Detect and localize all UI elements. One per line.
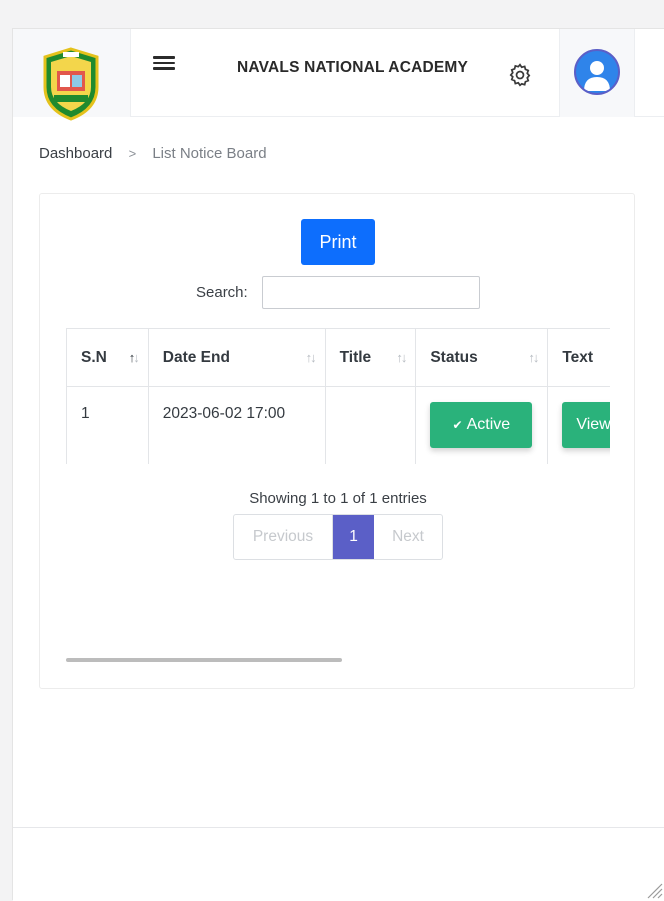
menu-toggle-hamburger-icon[interactable] <box>153 53 175 73</box>
notice-board-card: Print Search: S.N ↑↓ Date End ↑↓ Title ↑… <box>39 193 635 689</box>
resize-grip-icon[interactable] <box>643 879 663 899</box>
cell-title <box>324 386 417 464</box>
pagination-next-button[interactable]: Next <box>374 515 442 559</box>
breadcrumb: Dashboard > List Notice Board <box>39 145 267 162</box>
user-menu[interactable] <box>559 29 635 117</box>
horizontal-scrollbar[interactable] <box>66 658 342 662</box>
breadcrumb-dashboard-link[interactable]: Dashboard <box>39 145 112 162</box>
table-row: 1 2023-06-02 17:00 ✔ Active View <box>66 386 610 464</box>
user-silhouette-icon <box>584 61 610 91</box>
column-header-sn[interactable]: S.N ↑↓ <box>66 328 149 387</box>
table-header-row: S.N ↑↓ Date End ↑↓ Title ↑↓ Status ↑↓ Te… <box>66 328 610 387</box>
pagination: Previous 1 Next <box>233 514 443 560</box>
table-scroll-container[interactable]: S.N ↑↓ Date End ↑↓ Title ↑↓ Status ↑↓ Te… <box>66 328 610 464</box>
sort-icon: ↑↓ <box>396 350 407 365</box>
cell-status: ✔ Active <box>415 386 549 464</box>
logo-container[interactable] <box>13 29 131 121</box>
column-header-status[interactable]: Status ↑↓ <box>415 328 549 387</box>
top-navbar: NAVALS NATIONAL ACADEMY <box>13 29 664 121</box>
cell-date-end: 2023-06-02 17:00 <box>147 386 326 464</box>
page-footer <box>13 827 664 901</box>
school-name: NAVALS NATIONAL ACADEMY <box>237 59 469 76</box>
sort-icon: ↑↓ <box>305 350 317 365</box>
table-info-text: Showing 1 to 1 of 1 entries <box>249 490 427 507</box>
sort-asc-icon: ↑↓ <box>128 350 140 365</box>
column-header-title[interactable]: Title ↑↓ <box>324 328 417 387</box>
print-button[interactable]: Print <box>301 219 375 265</box>
view-text-button[interactable]: View <box>562 402 610 448</box>
breadcrumb-separator: > <box>128 146 137 161</box>
search-input[interactable] <box>262 276 480 309</box>
user-avatar-icon[interactable] <box>574 49 620 95</box>
pagination-page-1[interactable]: 1 <box>333 515 374 559</box>
gear-icon[interactable] <box>507 62 533 88</box>
cell-sn: 1 <box>66 386 149 464</box>
check-icon: ✔ <box>452 418 463 432</box>
column-header-text[interactable]: Text <box>547 328 610 387</box>
status-active-button[interactable]: ✔ Active <box>430 402 533 448</box>
notice-table: S.N ↑↓ Date End ↑↓ Title ↑↓ Status ↑↓ Te… <box>66 328 610 464</box>
school-crest-logo <box>43 47 99 121</box>
app-frame: NAVALS NATIONAL ACADEMY Dashboard > List… <box>12 28 664 901</box>
pagination-previous-button[interactable]: Previous <box>234 515 333 559</box>
sort-icon: ↑↓ <box>528 350 539 365</box>
cell-text: View <box>547 386 610 464</box>
column-header-date-end[interactable]: Date End ↑↓ <box>147 328 326 387</box>
search-label: Search: <box>196 284 248 301</box>
breadcrumb-current: List Notice Board <box>152 145 267 162</box>
